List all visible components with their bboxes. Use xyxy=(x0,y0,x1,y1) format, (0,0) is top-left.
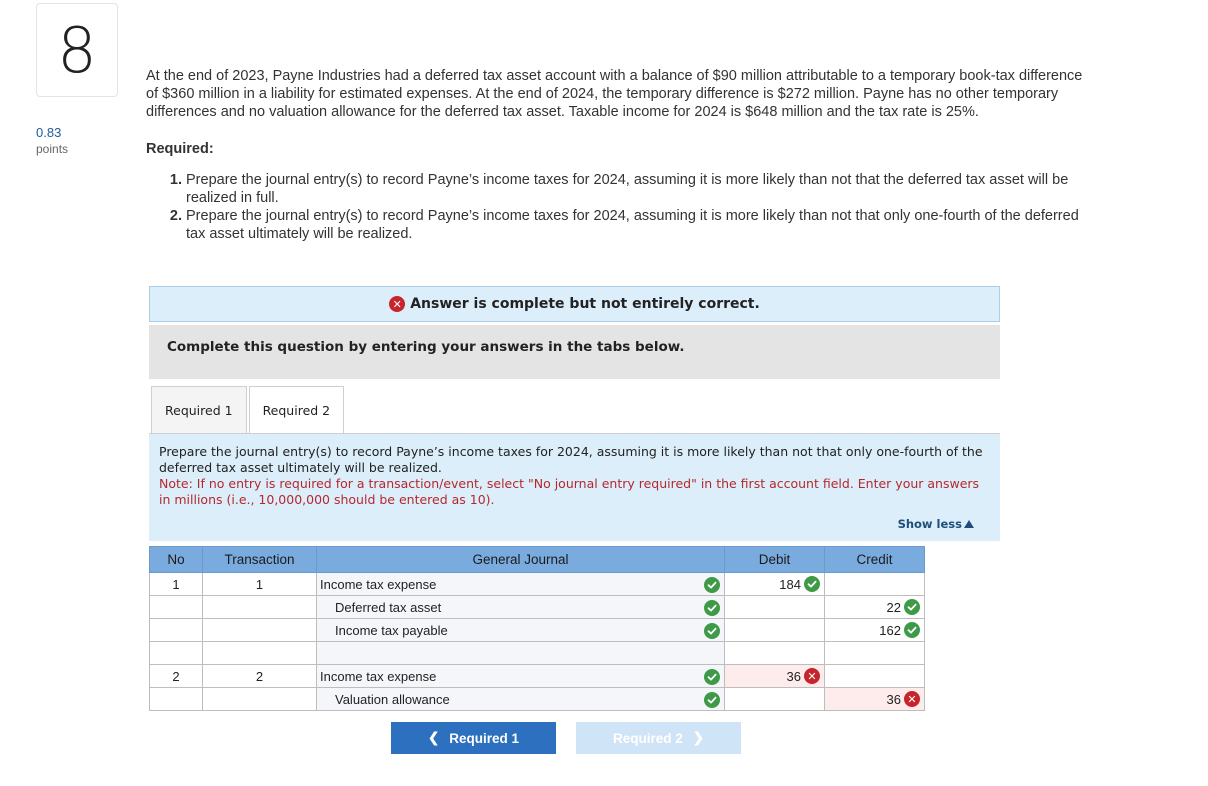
check-icon xyxy=(704,668,720,685)
check-icon xyxy=(704,691,720,708)
error-icon: ✕ xyxy=(804,668,820,684)
tab-panel: Prepare the journal entry(s) to record P… xyxy=(149,434,1000,541)
credit-field[interactable] xyxy=(824,572,925,596)
show-less-label: Show less xyxy=(897,517,962,531)
credit-value: 162 xyxy=(879,622,901,638)
debit-field[interactable] xyxy=(724,595,825,619)
prev-required-button[interactable]: ❮ Required 1 xyxy=(391,722,556,754)
account-field[interactable] xyxy=(316,641,725,665)
row-no: 1 xyxy=(149,572,203,596)
debit-field[interactable] xyxy=(724,618,825,642)
account-name: Deferred tax asset xyxy=(335,600,442,615)
check-icon xyxy=(904,599,920,615)
debit-value: 184 xyxy=(779,576,801,592)
credit-field[interactable]: 36 ✕ xyxy=(824,687,925,711)
tab-bar: Required 1 Required 2 xyxy=(151,386,345,434)
error-icon: ✕ xyxy=(389,296,406,312)
chevron-right-icon: ❯ xyxy=(692,730,705,745)
credit-field[interactable]: 22 xyxy=(824,595,925,619)
debit-value: 36 xyxy=(786,668,801,684)
prev-label: Required 1 xyxy=(449,730,520,746)
header-transaction: Transaction xyxy=(202,546,317,573)
row-no xyxy=(149,618,203,642)
row-no xyxy=(149,687,203,711)
row-no xyxy=(149,641,203,665)
credit-field[interactable] xyxy=(824,664,925,688)
account-name: Income tax expense xyxy=(320,577,437,592)
account-field[interactable]: Deferred tax asset xyxy=(316,595,725,619)
triangle-up-icon xyxy=(964,520,974,528)
tab-required-2[interactable]: Required 2 xyxy=(248,386,345,434)
check-icon xyxy=(704,622,720,639)
row-transaction xyxy=(202,618,317,642)
panel-note: Note: If no entry is required for a tran… xyxy=(159,476,980,507)
row-no xyxy=(149,595,203,619)
header-no: No xyxy=(149,546,203,573)
check-icon xyxy=(804,576,820,592)
journal-table: No Transaction General Journal Debit Cre… xyxy=(149,546,925,711)
question-number: 8 xyxy=(36,3,118,97)
required-heading: Required: xyxy=(146,141,214,157)
journal-row: 2 2 Income tax expense 36 ✕ xyxy=(149,664,925,688)
credit-field[interactable] xyxy=(824,641,925,665)
header-credit: Credit xyxy=(824,546,925,573)
banner-text: Answer is complete but not entirely corr… xyxy=(410,296,760,312)
row-transaction: 1 xyxy=(202,572,317,596)
account-name: Valuation allowance xyxy=(335,692,450,707)
debit-field[interactable]: 184 xyxy=(724,572,825,596)
journal-row: Income tax payable 162 xyxy=(149,618,925,642)
requirements-list: Prepare the journal entry(s) to record P… xyxy=(146,171,1086,243)
next-required-button[interactable]: Required 2 ❯ xyxy=(576,722,741,754)
answer-status-banner: ✕ Answer is complete but not entirely co… xyxy=(149,286,1000,322)
row-transaction xyxy=(202,687,317,711)
row-no: 2 xyxy=(149,664,203,688)
header-debit: Debit xyxy=(724,546,825,573)
chevron-left-icon: ❮ xyxy=(427,730,440,745)
requirement-item: Prepare the journal entry(s) to record P… xyxy=(186,207,1086,243)
points-box: 0.83 points xyxy=(36,124,68,158)
account-field[interactable]: Valuation allowance xyxy=(316,687,725,711)
account-name: Income tax payable xyxy=(335,623,448,638)
points-label: points xyxy=(36,142,69,156)
row-transaction xyxy=(202,641,317,665)
row-transaction xyxy=(202,595,317,619)
row-transaction: 2 xyxy=(202,664,317,688)
account-name: Income tax expense xyxy=(320,669,437,684)
tab-required-1[interactable]: Required 1 xyxy=(151,386,247,434)
check-icon xyxy=(704,599,720,616)
problem-text: At the end of 2023, Payne Industries had… xyxy=(146,68,1083,120)
next-label: Required 2 xyxy=(612,730,683,746)
credit-value: 22 xyxy=(886,599,901,615)
debit-field[interactable]: 36 ✕ xyxy=(724,664,825,688)
requirement-item: Prepare the journal entry(s) to record P… xyxy=(186,171,1086,207)
error-icon: ✕ xyxy=(904,691,920,707)
debit-field[interactable] xyxy=(724,687,825,711)
journal-row xyxy=(149,641,925,665)
journal-header-row: No Transaction General Journal Debit Cre… xyxy=(149,546,925,573)
journal-body: 1 1 Income tax expense 184 Deferred tax asse… xyxy=(149,572,925,711)
question-content: At the end of 2023, Payne Industries had… xyxy=(146,67,1086,243)
debit-field[interactable] xyxy=(724,641,825,665)
check-icon xyxy=(704,576,720,593)
account-field[interactable]: Income tax payable xyxy=(316,618,725,642)
header-general-journal: General Journal xyxy=(316,546,725,573)
check-icon xyxy=(904,622,920,638)
show-less-link[interactable]: Show less xyxy=(898,516,974,532)
credit-value: 36 xyxy=(886,691,901,707)
panel-prompt: Prepare the journal entry(s) to record P… xyxy=(159,444,983,475)
journal-row: 1 1 Income tax expense 184 xyxy=(149,572,925,596)
credit-field[interactable]: 162 xyxy=(824,618,925,642)
points-value: 0.83 xyxy=(36,125,62,140)
journal-row: Valuation allowance 36 ✕ xyxy=(149,687,925,711)
instruction-bar: Complete this question by entering your … xyxy=(149,325,1000,379)
account-field[interactable]: Income tax expense xyxy=(316,572,725,596)
account-field[interactable]: Income tax expense xyxy=(316,664,725,688)
journal-row: Deferred tax asset 22 xyxy=(149,595,925,619)
